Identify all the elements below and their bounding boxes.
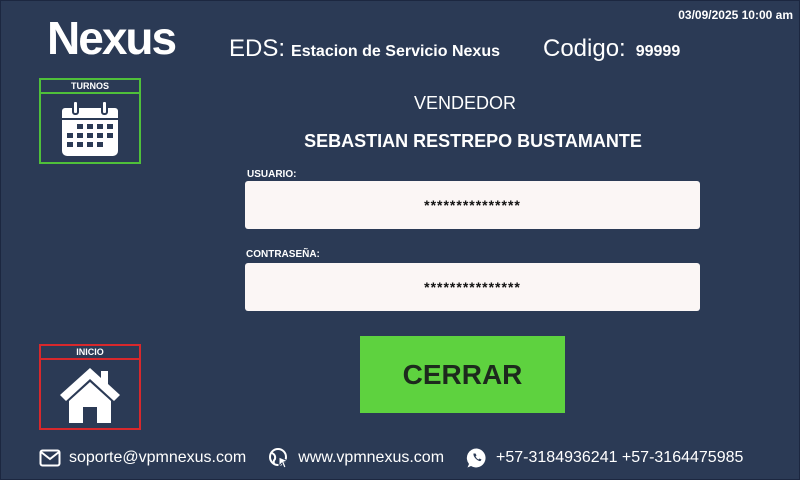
vendedor-label: VENDEDOR: [413, 93, 516, 113]
website-text[interactable]: www.vpmnexus.com: [298, 449, 444, 467]
footer: soporte@vpmnexus.com www.vpmnexus.com +5…: [39, 447, 765, 469]
eds-label: EDS:: [229, 35, 286, 62]
eds-value: Estacion de Servicio Nexus: [291, 43, 500, 60]
globe-cursor-icon: [269, 448, 290, 469]
vendedor-name: SEBASTIAN RESTREPO BUSTAMANTE: [304, 131, 642, 151]
nexus-logo: Nexus: [47, 12, 177, 64]
codigo-info: Codigo: 99999: [543, 35, 680, 63]
logo-text-post: us: [125, 12, 177, 64]
footer-email: soporte@vpmnexus.com: [39, 449, 246, 467]
footer-phones: +57-3184936241 +57-3164475985: [466, 447, 743, 469]
password-label: CONTRASEÑA:: [246, 249, 320, 260]
usuario-field[interactable]: ***************: [245, 181, 700, 229]
phones-text: +57-3184936241 +57-3164475985: [496, 449, 744, 466]
whatsapp-icon: [466, 448, 486, 468]
usuario-label: USUARIO:: [247, 169, 297, 180]
mail-icon: [39, 449, 61, 467]
logo-text-x: x: [101, 12, 128, 64]
login-screen: 03/09/2025 10:00 am Nexus EDS: Estacion …: [0, 0, 800, 480]
cerrar-button[interactable]: CERRAR: [360, 336, 565, 413]
logo-text-pre: Ne: [47, 12, 104, 64]
eds-info: EDS: Estacion de Servicio Nexus: [229, 35, 500, 63]
codigo-value: 99999: [635, 43, 681, 60]
codigo-label: Codigo:: [543, 35, 626, 62]
inicio-label: INICIO: [41, 346, 139, 360]
inicio-button[interactable]: INICIO: [39, 344, 141, 430]
home-icon: [60, 368, 120, 423]
password-field[interactable]: ***************: [245, 263, 700, 311]
email-text[interactable]: soporte@vpmnexus.com: [69, 449, 246, 467]
footer-website: www.vpmnexus.com: [268, 447, 444, 469]
turnos-label: TURNOS: [41, 80, 139, 94]
datetime: 03/09/2025 10:00 am: [678, 8, 793, 22]
